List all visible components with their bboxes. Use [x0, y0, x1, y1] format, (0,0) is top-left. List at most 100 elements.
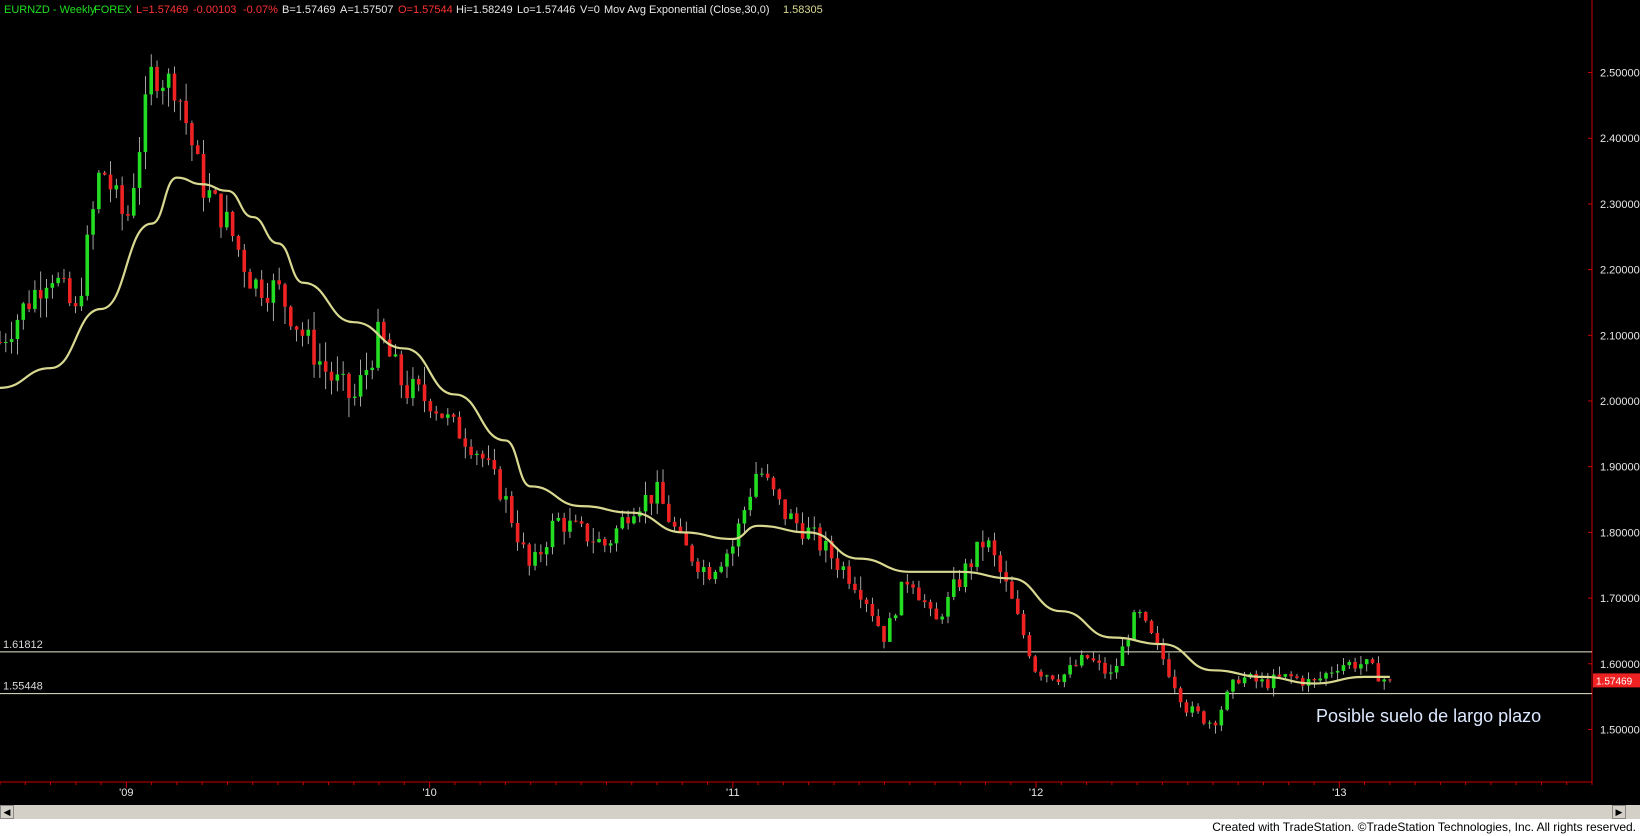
candle-body: [853, 583, 857, 590]
candle-body: [1202, 711, 1206, 724]
candle-body: [56, 277, 60, 284]
candle-body: [108, 174, 113, 190]
candle-body: [1353, 661, 1357, 669]
candle-body: [457, 416, 462, 439]
header-ask: A=1.57507: [340, 4, 394, 16]
candle-body: [201, 153, 206, 198]
candle-body: [399, 354, 404, 386]
candle-body: [492, 459, 497, 470]
candle-body: [428, 401, 433, 412]
candle-body: [1283, 674, 1288, 677]
y-tick-label: 2.10000: [1600, 330, 1640, 342]
candle-body: [306, 329, 311, 336]
header-indicator: Mov Avg Exponential (Close,30,0): [604, 4, 770, 16]
candle-body: [504, 496, 508, 500]
candle-body: [1196, 706, 1200, 712]
candle-body: [277, 280, 281, 285]
candle-body: [335, 374, 340, 381]
candle-body: [975, 541, 979, 567]
candle-body: [382, 321, 386, 340]
candle-body: [882, 625, 886, 642]
candle-body: [1050, 675, 1055, 680]
candle-body: [951, 579, 956, 597]
candle-body: [940, 616, 944, 620]
candle-body: [1027, 635, 1032, 657]
candle-body: [469, 446, 473, 455]
candle-body: [1207, 722, 1212, 724]
candle-body: [85, 234, 90, 296]
candle-body: [893, 615, 898, 619]
candle-body: [15, 319, 20, 340]
candle-body: [21, 303, 26, 320]
candle-body: [1318, 678, 1322, 681]
candle-body: [818, 527, 822, 551]
candle-body: [97, 172, 101, 210]
candle-body: [1225, 691, 1229, 710]
candle-body: [527, 544, 532, 566]
candle-body: [91, 209, 95, 235]
candle-body: [643, 495, 648, 512]
candle-body: [178, 100, 183, 102]
candle-body: [928, 602, 933, 609]
candle-body: [225, 211, 229, 228]
candle-body: [591, 541, 596, 543]
chart-header: EURNZD - Weekly FOREX L=1.57469 -0.00103…: [4, 4, 823, 16]
candle-body: [568, 520, 572, 532]
x-tick-label: '09: [119, 787, 133, 799]
candle-body: [1388, 679, 1392, 681]
candle-body: [1010, 581, 1014, 599]
candle-body: [649, 495, 654, 504]
candle-body: [195, 145, 200, 154]
candle-body: [1138, 612, 1142, 614]
candle-body: [463, 438, 468, 447]
candle-body: [1126, 640, 1131, 647]
candle-body: [911, 584, 915, 588]
y-tick-label: 2.40000: [1600, 133, 1640, 145]
horizontal-scrollbar[interactable]: [0, 805, 1640, 819]
candle-body: [1289, 674, 1293, 677]
candle-body: [248, 271, 252, 289]
candle-body: [888, 618, 892, 642]
candle-body: [271, 280, 276, 303]
candle-body: [190, 123, 194, 146]
candle-body: [917, 587, 921, 601]
y-tick-label: 2.00000: [1600, 396, 1640, 408]
candle-body: [207, 190, 212, 198]
ema-line: [0, 176, 1390, 685]
candle-body: [1330, 672, 1334, 674]
candle-body: [858, 589, 863, 600]
candle-body: [934, 608, 939, 620]
candle-body: [981, 541, 985, 548]
candle-body: [1114, 665, 1119, 673]
candle-body: [440, 413, 444, 418]
candle-body: [1149, 620, 1154, 634]
candle-body: [539, 552, 543, 555]
fibonacci-levels: 1.61812 1.55448: [0, 639, 1592, 695]
scroll-right-button[interactable]: ▶: [1612, 805, 1626, 819]
candle-body: [480, 453, 485, 459]
candle-body: [120, 185, 124, 214]
scroll-left-button[interactable]: ◀: [0, 805, 14, 819]
candle-body: [27, 303, 31, 310]
x-tick-label: '10: [422, 787, 436, 799]
y-tick-label: 1.70000: [1600, 593, 1640, 605]
candle-body: [800, 523, 805, 539]
candle-body: [102, 172, 107, 175]
candle-body: [265, 297, 270, 303]
header-change: -0.00103: [193, 4, 236, 16]
price-marker: 1.57469: [1593, 673, 1640, 688]
candle-body: [1324, 673, 1328, 679]
candle-body: [283, 284, 287, 307]
candle-body: [1097, 660, 1101, 663]
y-tick-label: 1.90000: [1600, 462, 1640, 474]
candle-body: [50, 283, 55, 288]
candle-body: [1213, 722, 1218, 726]
candle-body: [696, 561, 700, 572]
candle-body: [957, 579, 962, 587]
candle-body: [701, 567, 706, 572]
candle-body: [33, 290, 37, 310]
candle-body: [864, 599, 869, 604]
candle-body: [730, 546, 735, 554]
candle-body: [184, 100, 188, 124]
candle-body: [841, 566, 846, 570]
